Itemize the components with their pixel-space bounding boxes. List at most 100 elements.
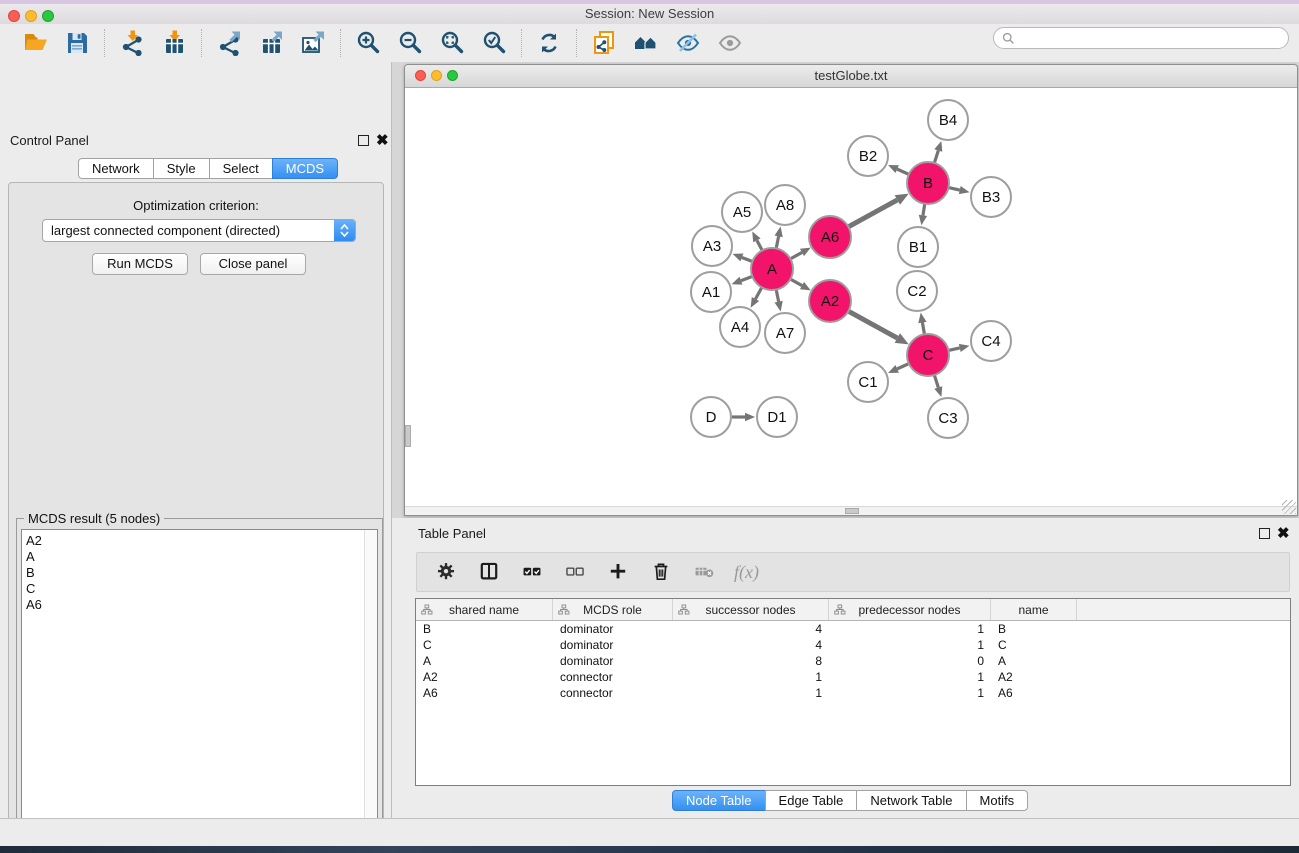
network-maximize-button[interactable] bbox=[447, 70, 458, 81]
delete-table-button[interactable] bbox=[691, 559, 717, 585]
columns-button[interactable] bbox=[476, 559, 502, 585]
result-item[interactable]: A6 bbox=[26, 597, 364, 613]
result-scrollbar[interactable] bbox=[364, 530, 377, 853]
tab-network[interactable]: Network bbox=[78, 158, 154, 179]
tab-node-table[interactable]: Node Table bbox=[672, 790, 766, 811]
graph-edge-B-B3[interactable] bbox=[948, 188, 959, 191]
delete-button[interactable] bbox=[648, 559, 674, 585]
graph-edge-A-A8[interactable] bbox=[776, 236, 778, 248]
tab-mcds[interactable]: MCDS bbox=[272, 158, 338, 179]
column-header-name[interactable]: name bbox=[991, 599, 1077, 620]
zoom-out-button[interactable] bbox=[393, 28, 427, 58]
table-row[interactable]: Bdominator41B bbox=[416, 621, 1290, 637]
deselect-all-button[interactable] bbox=[562, 559, 588, 585]
network-canvas[interactable]: B4B2BB3B1A5A8A6A3AA1A2A4A7C2CC4C1C3DD1 bbox=[405, 88, 1297, 506]
close-window-button[interactable] bbox=[8, 10, 20, 22]
graph-edge-A-A1[interactable] bbox=[741, 276, 752, 280]
select-all-button[interactable] bbox=[519, 559, 545, 585]
table-cell: dominator bbox=[553, 621, 673, 637]
result-item[interactable]: C bbox=[26, 581, 364, 597]
zoom-selected-button[interactable] bbox=[477, 28, 511, 58]
tab-style[interactable]: Style bbox=[153, 158, 210, 179]
table-row[interactable]: Adominator80A bbox=[416, 653, 1290, 669]
add-button[interactable] bbox=[605, 559, 631, 585]
graph-edge-A6-B[interactable] bbox=[848, 200, 897, 227]
close-table-panel-icon[interactable]: ✖ bbox=[1277, 528, 1290, 539]
criterion-dropdown[interactable]: largest connected component (directed) bbox=[42, 219, 356, 242]
column-header-shared-name[interactable]: shared name bbox=[416, 599, 553, 620]
tab-motifs[interactable]: Motifs bbox=[966, 790, 1029, 811]
window-resize-grip[interactable] bbox=[1282, 500, 1296, 514]
network-horizontal-scrollbar[interactable] bbox=[405, 506, 1297, 515]
graph-edge-C-C2[interactable] bbox=[922, 323, 924, 335]
column-header-MCDS-role[interactable]: MCDS role bbox=[553, 599, 673, 620]
graph-edge-A-A3[interactable] bbox=[742, 257, 753, 261]
graph-edge-A-A5[interactable] bbox=[757, 240, 762, 250]
import-table-button[interactable] bbox=[157, 28, 191, 58]
hide-selected-button[interactable] bbox=[671, 28, 705, 58]
column-type-icon bbox=[834, 604, 846, 615]
import-network-button[interactable] bbox=[115, 28, 149, 58]
network-vertical-scrollbar[interactable] bbox=[405, 425, 411, 447]
graph-edge-C-C4[interactable] bbox=[948, 348, 959, 351]
table-row[interactable]: A2connector11A2 bbox=[416, 669, 1290, 685]
result-item[interactable]: B bbox=[26, 565, 364, 581]
control-panel-tabs: NetworkStyleSelectMCDS bbox=[78, 158, 338, 179]
column-header-predecessor-nodes[interactable]: predecessor nodes bbox=[829, 599, 991, 620]
toolbar-group bbox=[577, 28, 757, 58]
home-button[interactable] bbox=[629, 28, 663, 58]
graph-edge-B-B1[interactable] bbox=[923, 204, 925, 216]
network-close-button[interactable] bbox=[415, 70, 426, 81]
graph-edge-C-C1[interactable] bbox=[897, 364, 909, 369]
duplicate-network-button[interactable] bbox=[587, 28, 621, 58]
export-table-button[interactable] bbox=[254, 28, 288, 58]
edge-arrowhead bbox=[732, 277, 743, 285]
zoom-in-button[interactable] bbox=[351, 28, 385, 58]
tab-edge-table[interactable]: Edge Table bbox=[765, 790, 858, 811]
function-builder-button[interactable]: f(x) bbox=[734, 562, 759, 583]
graph-edge-A-A2[interactable] bbox=[790, 279, 802, 285]
open-session-button[interactable] bbox=[18, 28, 52, 58]
run-mcds-button[interactable]: Run MCDS bbox=[92, 253, 188, 275]
graph-edge-A-A7[interactable] bbox=[776, 290, 778, 302]
network-window-titlebar[interactable]: testGlobe.txt bbox=[405, 65, 1297, 88]
export-image-button[interactable] bbox=[296, 28, 330, 58]
refresh-button[interactable] bbox=[532, 28, 566, 58]
tab-select[interactable]: Select bbox=[209, 158, 273, 179]
close-panel-button[interactable]: Close panel bbox=[200, 253, 306, 275]
result-item[interactable]: A bbox=[26, 549, 364, 565]
export-network-icon bbox=[216, 30, 242, 56]
show-all-button[interactable] bbox=[713, 28, 747, 58]
float-table-panel-icon[interactable] bbox=[1259, 528, 1270, 539]
search-input[interactable] bbox=[1020, 31, 1280, 45]
column-header-successor-nodes[interactable]: successor nodes bbox=[673, 599, 829, 620]
graph-edge-C-C3[interactable] bbox=[934, 375, 938, 387]
network-minimize-button[interactable] bbox=[431, 70, 442, 81]
graph-node-label: C2 bbox=[907, 283, 926, 300]
graph-edge-A-A6[interactable] bbox=[790, 252, 802, 258]
column-header-label: shared name bbox=[449, 603, 519, 617]
table-row[interactable]: Cdominator41C bbox=[416, 637, 1290, 653]
table-cell: A2 bbox=[991, 669, 1077, 685]
network-graph[interactable]: B4B2BB3B1A5A8A6A3AA1A2A4A7C2CC4C1C3DD1 bbox=[405, 88, 1297, 506]
float-panel-icon[interactable] bbox=[358, 135, 369, 146]
save-session-button[interactable] bbox=[60, 28, 94, 58]
main-titlebar[interactable]: Session: New Session bbox=[0, 4, 1299, 24]
network-view-window[interactable]: testGlobe.txt B4B2BB3B1A5A8A6A3AA1A2A4A7… bbox=[404, 64, 1298, 516]
gear-button[interactable] bbox=[433, 559, 459, 585]
graph-edge-B-B4[interactable] bbox=[934, 150, 938, 162]
result-item[interactable]: A2 bbox=[26, 533, 364, 549]
table-row[interactable]: A6connector11A6 bbox=[416, 685, 1290, 701]
search-box[interactable] bbox=[993, 27, 1289, 49]
zoom-fit-button[interactable] bbox=[435, 28, 469, 58]
tab-network-table[interactable]: Network Table bbox=[856, 790, 966, 811]
mcds-result-list[interactable]: A2ABCA6 bbox=[21, 529, 378, 853]
column-type-icon bbox=[678, 604, 690, 615]
graph-edge-B-B2[interactable] bbox=[897, 169, 909, 174]
export-network-button[interactable] bbox=[212, 28, 246, 58]
graph-edge-A2-C[interactable] bbox=[848, 311, 897, 338]
close-panel-icon[interactable]: ✖ bbox=[376, 135, 389, 146]
minimize-window-button[interactable] bbox=[25, 10, 37, 22]
graph-edge-A-A4[interactable] bbox=[755, 287, 761, 299]
maximize-window-button[interactable] bbox=[42, 10, 54, 22]
